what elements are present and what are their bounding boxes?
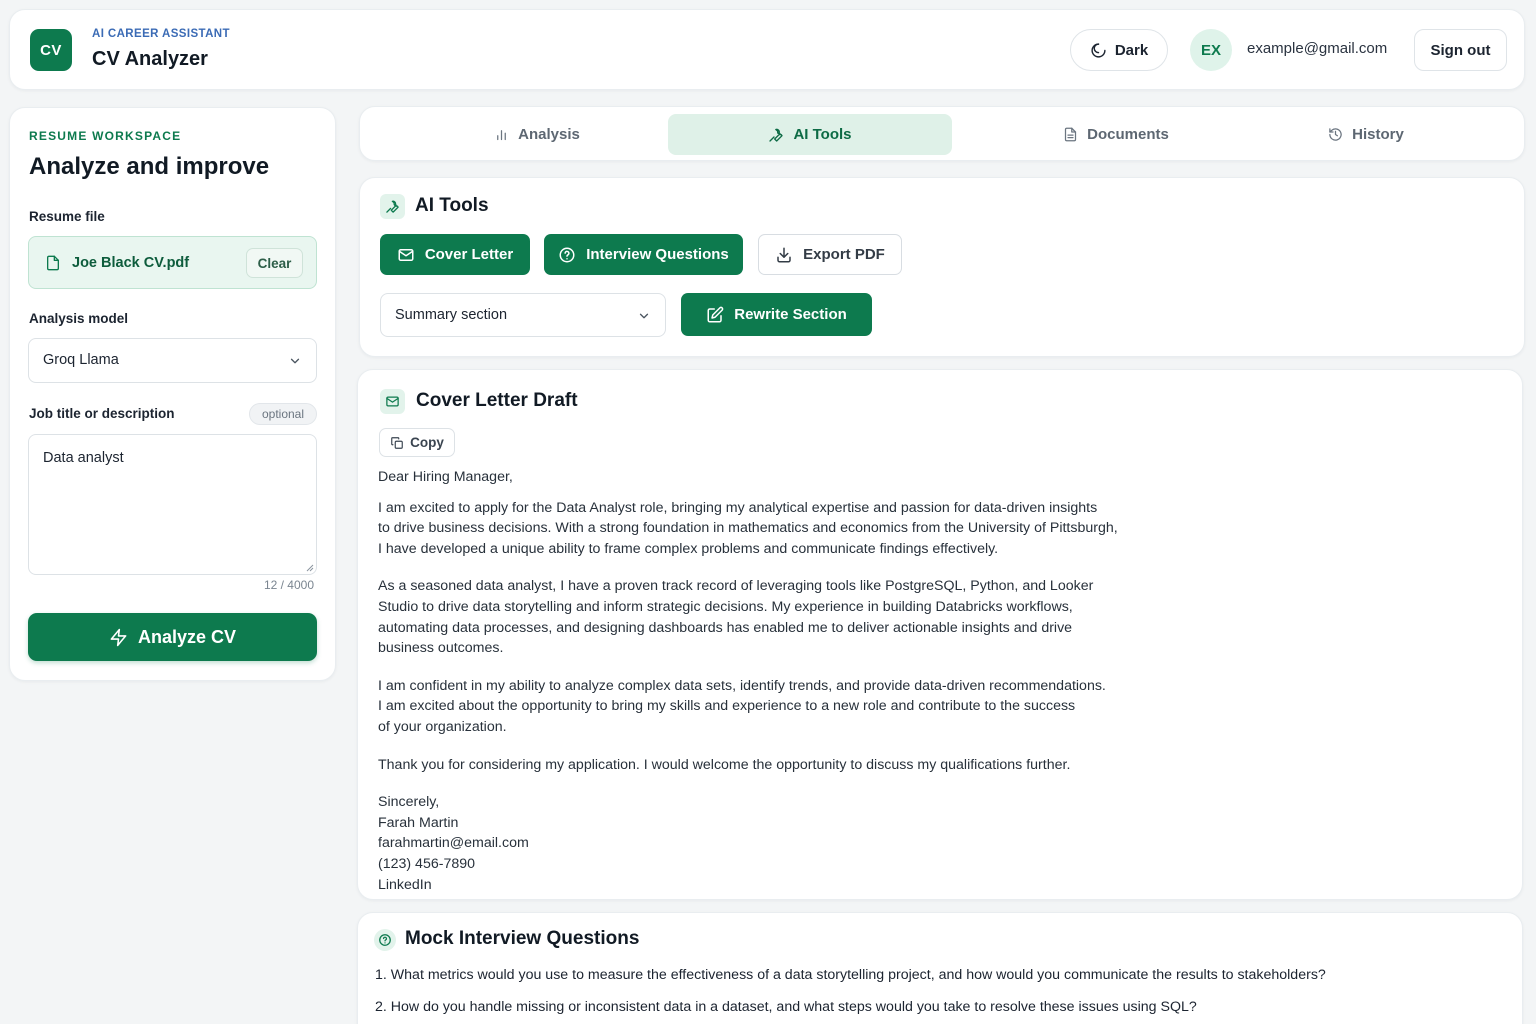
cover-letter-body: Dear Hiring Manager, I am excited to app… <box>378 467 1178 912</box>
download-icon <box>775 246 793 264</box>
character-count: 12 / 4000 <box>263 578 314 592</box>
cover-letter-button[interactable]: Cover Letter <box>380 234 530 275</box>
letter-greeting: Dear Hiring Manager, <box>378 469 513 485</box>
analysis-model-value: Groq Llama <box>43 352 119 368</box>
avatar[interactable]: EX <box>1190 29 1232 71</box>
rewrite-section-label: Rewrite Section <box>734 306 847 323</box>
app-logo: CV <box>30 29 72 71</box>
letter-paragraph: I am excited to apply for the Data Analy… <box>378 499 1118 557</box>
copy-icon <box>390 436 404 450</box>
resume-file-chip[interactable]: Joe Black CV.pdf Clear <box>28 236 317 289</box>
tab-ai-tools[interactable]: AI Tools <box>668 114 952 155</box>
theme-toggle-button[interactable]: Dark <box>1070 29 1168 71</box>
chevron-down-icon <box>637 309 651 323</box>
question-circle-icon <box>558 246 576 264</box>
rewrite-section-button[interactable]: Rewrite Section <box>681 293 872 336</box>
bar-chart-icon <box>494 127 509 142</box>
app-eyebrow: AI CAREER ASSISTANT <box>92 28 230 40</box>
analysis-model-select[interactable]: Groq Llama <box>28 338 317 383</box>
list-item: 1. What metrics would you use to measure… <box>375 967 1326 983</box>
cover-letter-panel: Cover Letter Draft Copy Dear Hiring Mana… <box>357 369 1523 900</box>
lightning-icon <box>109 628 128 647</box>
workspace-eyebrow: RESUME WORKSPACE <box>29 129 182 143</box>
optional-badge: optional <box>249 403 317 425</box>
tab-documents[interactable]: Documents <box>974 114 1258 155</box>
mock-interview-panel: Mock Interview Questions 1. What metrics… <box>357 912 1523 1024</box>
tab-history[interactable]: History <box>1224 114 1508 155</box>
tab-analysis-label: Analysis <box>518 126 580 143</box>
sign-out-button[interactable]: Sign out <box>1414 29 1507 71</box>
ai-tools-title: AI Tools <box>415 195 489 216</box>
analyze-cv-label: Analyze CV <box>137 626 237 647</box>
question-circle-icon <box>374 929 396 951</box>
workspace-title: Analyze and improve <box>29 153 270 180</box>
app-title: CV Analyzer <box>92 48 208 70</box>
tab-documents-label: Documents <box>1087 126 1169 143</box>
clear-file-button[interactable]: Clear <box>246 248 303 278</box>
main-tabs: Analysis AI Tools Documents History <box>359 106 1525 161</box>
export-pdf-button[interactable]: Export PDF <box>758 234 902 275</box>
letter-signoff: Sincerely, Farah Martin farahmartin@emai… <box>378 794 529 893</box>
list-item: 2. How do you handle missing or inconsis… <box>375 999 1197 1015</box>
mail-icon <box>380 389 405 414</box>
analyze-cv-button[interactable]: Analyze CV <box>28 613 317 661</box>
job-description-label: Job title or description <box>29 406 175 421</box>
section-select[interactable]: Summary section <box>380 293 666 337</box>
copy-button[interactable]: Copy <box>379 428 455 457</box>
tab-analysis[interactable]: Analysis <box>395 114 679 155</box>
history-icon <box>1328 127 1343 142</box>
mock-interview-title: Mock Interview Questions <box>405 928 640 949</box>
export-pdf-label: Export PDF <box>803 246 885 263</box>
cover-letter-label: Cover Letter <box>424 246 514 263</box>
analysis-model-label: Analysis model <box>29 311 129 326</box>
resume-file-label: Resume file <box>29 209 105 224</box>
section-select-value: Summary section <box>395 307 508 323</box>
wrench-icon <box>768 127 784 143</box>
moon-icon <box>1090 42 1107 59</box>
user-email: example@gmail.com <box>1247 40 1388 57</box>
tools-icon <box>380 194 405 219</box>
letter-paragraph: I am confident in my ability to analyze … <box>378 677 1106 735</box>
cover-letter-title: Cover Letter Draft <box>416 390 578 411</box>
edit-icon <box>706 306 724 324</box>
tab-ai-tools-label: AI Tools <box>793 126 852 143</box>
letter-paragraph: As a seasoned data analyst, I have a pro… <box>378 578 1094 657</box>
job-description-value: Data analyst <box>43 450 124 466</box>
interview-questions-button[interactable]: Interview Questions <box>544 234 743 275</box>
letter-paragraph: Thank you for considering my application… <box>378 756 1071 773</box>
chevron-down-icon <box>288 354 302 368</box>
mail-icon <box>397 246 415 264</box>
document-icon <box>1063 127 1078 142</box>
resize-handle-icon[interactable] <box>304 562 314 572</box>
job-description-textarea[interactable]: Data analyst <box>28 434 317 575</box>
resume-file-name: Joe Black CV.pdf <box>72 255 190 271</box>
theme-toggle-label: Dark <box>1114 41 1149 59</box>
app-header: CV AI CAREER ASSISTANT CV Analyzer Dark … <box>9 9 1525 90</box>
file-icon <box>45 254 61 272</box>
resume-workspace-panel: RESUME WORKSPACE Analyze and improve Res… <box>9 107 336 681</box>
tab-history-label: History <box>1352 126 1404 143</box>
ai-tools-panel: AI Tools Cover Letter Interview Question… <box>359 177 1525 357</box>
copy-label: Copy <box>410 435 444 450</box>
interview-questions-label: Interview Questions <box>586 246 729 263</box>
